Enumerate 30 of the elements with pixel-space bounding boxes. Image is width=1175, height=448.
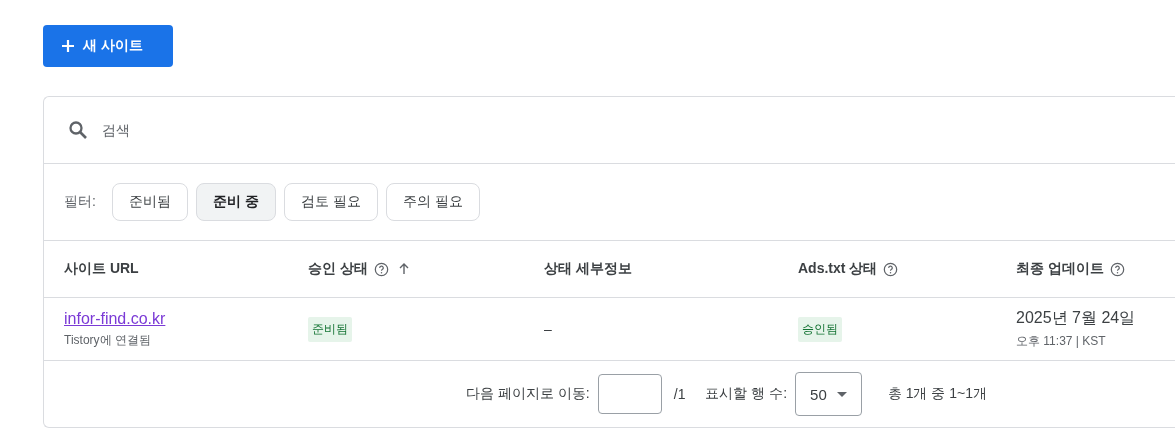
page-total: /1 (673, 386, 686, 402)
filter-chip[interactable]: 주의 필요 (385, 183, 480, 221)
filter-chip[interactable]: 검토 필요 (283, 183, 378, 221)
search-icon (68, 120, 88, 140)
dropdown-caret-icon (836, 391, 847, 397)
filter-label: 필터: (64, 193, 96, 211)
site-link[interactable]: infor-find.co.kr (64, 309, 166, 327)
time-text: 오후 11:37 | KST (1016, 333, 1107, 350)
table-cell: – (544, 321, 552, 337)
column-header[interactable]: 승인 상태 (308, 260, 368, 278)
column-header[interactable]: 사이트 URL (64, 260, 139, 278)
range-text: 총 1개 중 1~1개 (887, 385, 987, 403)
help-icon[interactable] (1109, 261, 1125, 277)
column-header[interactable]: Ads.txt 상태 (798, 260, 878, 278)
status-tag: 승인됨 (798, 316, 842, 342)
filter-chip[interactable]: 준비 중 (195, 183, 276, 221)
goto-page-label: 다음 페이지로 이동: (466, 385, 590, 403)
rows-per-page-label: 표시할 행 수: (705, 385, 788, 403)
rows-per-page-select[interactable]: 50 (795, 372, 862, 416)
column-header[interactable]: 최종 업데이트 (1016, 260, 1104, 278)
plus-icon (61, 39, 75, 53)
help-icon[interactable] (373, 261, 389, 277)
date-text: 2025년 7월 24일 (1016, 308, 1137, 328)
status-tag: 준비됨 (308, 316, 352, 342)
help-icon[interactable] (883, 261, 899, 277)
filter-chip[interactable]: 준비됨 (111, 183, 188, 221)
platform-text: Tistory에 연결됨 (64, 331, 152, 349)
new-site-button[interactable]: 새 사이트 (43, 25, 173, 67)
column-header[interactable]: 상태 세부정보 (544, 260, 632, 278)
page-input[interactable] (597, 374, 662, 414)
